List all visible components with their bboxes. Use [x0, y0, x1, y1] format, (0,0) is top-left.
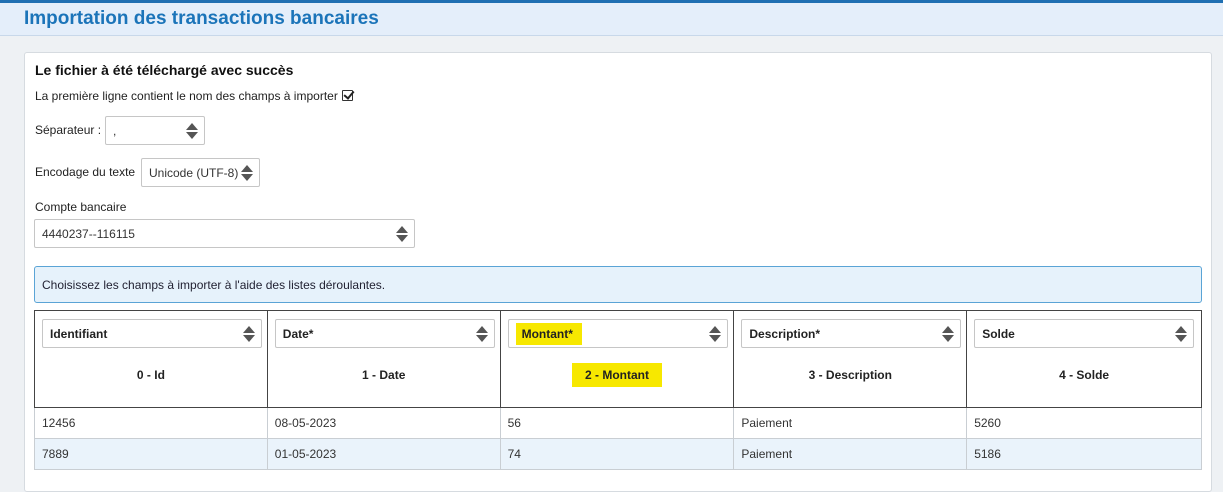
field-select-label: Date* — [282, 326, 314, 341]
separator-select[interactable]: , — [105, 116, 205, 145]
first-line-label: La première ligne contient le nom des ch… — [35, 89, 338, 103]
import-panel: Le fichier à été téléchargé avec succès … — [24, 52, 1212, 492]
column-header-2: Montant* 2 - Montant — [499, 310, 735, 408]
column-name-1: 1 - Date — [362, 368, 406, 382]
page-header: Importation des transactions bancaires — [0, 3, 1223, 36]
field-select-3[interactable]: Description* — [741, 319, 962, 348]
table-row: 12456 08-05-2023 56 Paiement 5260 — [34, 407, 1202, 439]
column-name-0: 0 - Id — [136, 368, 165, 382]
first-line-option: La première ligne contient le nom des ch… — [35, 89, 353, 103]
check-icon[interactable] — [341, 90, 353, 101]
table-cell: Paiement — [733, 407, 968, 439]
account-value: 4440237--116115 — [42, 226, 135, 241]
select-arrows-icon — [475, 326, 488, 342]
table-header-row: Identifiant 0 - Id Date* 1 - Date Montan… — [34, 310, 1202, 408]
encoding-label: Encodage du texte — [35, 165, 136, 179]
select-arrows-icon — [942, 326, 955, 342]
select-arrows-icon — [396, 226, 408, 242]
table-cell: Paiement — [733, 438, 968, 470]
table-cell: 5260 — [966, 407, 1202, 439]
table-cell: 7889 — [34, 438, 268, 470]
select-arrows-icon — [1175, 326, 1188, 342]
field-select-label: Identifiant — [50, 326, 108, 341]
account-select[interactable]: 4440237--116115 — [34, 219, 415, 248]
info-alert: Choisissez les champs à importer à l'aid… — [34, 266, 1202, 303]
page-title: Importation des transactions bancaires — [24, 8, 379, 29]
column-name-2: 2 - Montant — [501, 363, 734, 387]
column-header-1: Date* 1 - Date — [266, 310, 501, 408]
encoding-value: Unicode (UTF-8) — [149, 165, 239, 180]
select-arrows-icon — [186, 123, 198, 139]
field-select-1[interactable]: Date* — [274, 319, 495, 348]
info-text: Choisissez les champs à importer à l'aid… — [42, 277, 386, 292]
column-name-3: 3 - Description — [808, 368, 892, 382]
table-cell: 5186 — [966, 438, 1202, 470]
table-cell: 74 — [499, 438, 735, 470]
table-row: 7889 01-05-2023 74 Paiement 5186 — [34, 438, 1202, 470]
table-cell: 08-05-2023 — [266, 407, 501, 439]
separator-value: , — [113, 123, 117, 138]
field-select-0[interactable]: Identifiant — [42, 319, 262, 348]
account-label: Compte bancaire — [35, 200, 127, 214]
column-header-4: Solde 4 - Solde — [966, 310, 1202, 408]
field-select-label: Description* — [749, 326, 821, 341]
column-name-4: 4 - Solde — [1059, 368, 1110, 382]
encoding-select[interactable]: Unicode (UTF-8) — [141, 158, 260, 187]
column-header-0: Identifiant 0 - Id — [34, 310, 268, 408]
field-select-4[interactable]: Solde — [974, 319, 1195, 348]
field-select-label: Solde — [982, 326, 1015, 341]
upload-success-title: Le fichier à été téléchargé avec succès — [35, 62, 294, 78]
separator-label: Séparateur : — [35, 123, 102, 137]
preview-table: Identifiant 0 - Id Date* 1 - Date Montan… — [34, 310, 1202, 470]
field-select-2[interactable]: Montant* — [507, 319, 728, 348]
table-cell: 12456 — [34, 407, 268, 439]
select-arrows-icon — [708, 326, 721, 342]
field-select-label: Montant* — [515, 322, 582, 345]
column-name-highlight: 2 - Montant — [571, 363, 662, 387]
select-arrows-icon — [243, 326, 255, 342]
table-cell: 56 — [499, 407, 735, 439]
column-header-3: Description* 3 - Description — [733, 310, 968, 408]
table-cell: 01-05-2023 — [266, 438, 501, 470]
select-arrows-icon — [241, 165, 253, 181]
